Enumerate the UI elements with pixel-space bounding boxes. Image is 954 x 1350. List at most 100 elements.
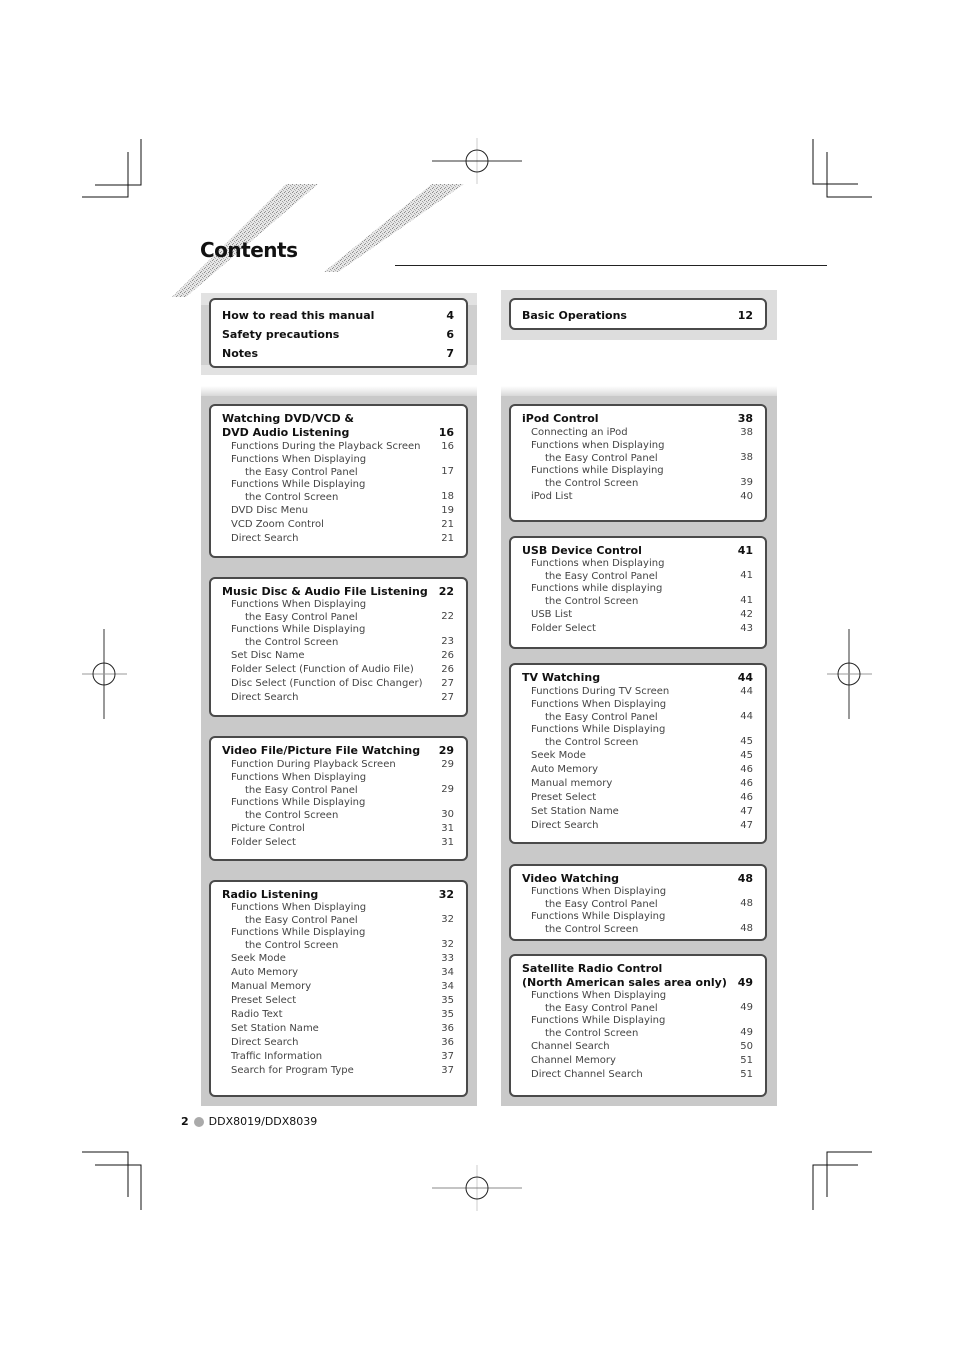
crop-mark-top-right <box>812 139 872 198</box>
toc-entry[interactable]: Functions when Displaying the Easy Contro… <box>522 558 753 583</box>
toc-entry[interactable]: Disc Select (Function of Disc Changer) 27 <box>222 677 454 691</box>
toc-entry[interactable]: Set Disc Name 26 <box>222 649 454 663</box>
toc-entry[interactable]: Functions During the Playback Screen 16 <box>222 440 454 454</box>
toc-entry[interactable]: Functions When Displaying the Easy Contro… <box>222 454 454 479</box>
toc-entry[interactable]: Search for Program Type 37 <box>222 1064 454 1078</box>
toc-entry[interactable]: Functions while displaying the Control Sc… <box>522 583 753 608</box>
toc-entry[interactable]: Manual memory 46 <box>522 777 753 791</box>
toc-entry[interactable]: Functions When Displaying the Easy Contro… <box>522 699 753 724</box>
toc-entry[interactable]: Set Station Name 36 <box>222 1022 454 1036</box>
section-heading[interactable]: Video File/Picture File Watching 29 <box>222 744 454 758</box>
toc-entry[interactable]: Traffic Information 37 <box>222 1050 454 1064</box>
toc-entry[interactable]: Functions While Displaying the Control Sc… <box>522 724 753 749</box>
toc-entry[interactable]: Channel Memory 51 <box>522 1054 753 1068</box>
toc-entry-label-line: DVD Disc Menu <box>231 505 309 516</box>
toc-entry-label-line: Preset Select <box>231 995 297 1006</box>
toc-entry-label-line: the Control Screen <box>245 636 339 648</box>
toc-entry-label-line: the Easy Control Panel <box>245 784 358 796</box>
section-heading[interactable]: iPod Control 38 <box>522 412 753 426</box>
toc-entry[interactable]: Seek Mode 45 <box>522 749 753 763</box>
toc-entry[interactable]: Set Station Name 47 <box>522 805 753 819</box>
toc-entry-page: 29 <box>441 784 454 795</box>
section-heading[interactable]: Watching DVD/VCD & DVD Audio Listening 16 <box>222 412 454 440</box>
toc-section-tv: TV Watching 44 Functions During TV Screen 4… <box>509 663 767 844</box>
toc-entry[interactable]: Direct Channel Search 51 <box>522 1068 753 1082</box>
toc-entry[interactable]: How to read this manual 4 <box>222 306 454 325</box>
toc-entry-label: Traffic Information <box>231 1050 322 1064</box>
section-heading[interactable]: Music Disc & Audio File Listening 22 <box>222 585 454 599</box>
registration-mark-left <box>82 629 127 719</box>
registration-mark-bottom <box>432 1165 522 1211</box>
section-heading-label: Video File/Picture File Watching <box>222 744 421 757</box>
toc-entry[interactable]: Manual Memory 34 <box>222 980 454 994</box>
toc-entry[interactable]: Functions While Displaying the Control Sc… <box>222 624 454 649</box>
toc-entry-page: 23 <box>441 636 454 647</box>
toc-entry[interactable]: Radio Text 35 <box>222 1008 454 1022</box>
toc-entry-label: Set Disc Name <box>231 649 304 663</box>
toc-entry[interactable]: Functions when Displaying the Easy Contro… <box>522 440 753 465</box>
toc-entry-page: 18 <box>441 491 454 502</box>
toc-entry[interactable]: Functions While Displaying the Control Sc… <box>222 927 454 952</box>
toc-entry-page: 49 <box>740 1027 753 1038</box>
toc-entry[interactable]: Picture Control 31 <box>222 822 454 836</box>
section-heading[interactable]: Radio Listening 32 <box>222 888 454 902</box>
toc-entry[interactable]: Notes 7 <box>222 344 454 363</box>
toc-entry-page: 21 <box>441 519 454 530</box>
toc-section-video: Video Watching 48 Functions When Displayin… <box>509 864 767 941</box>
toc-entry[interactable]: Preset Select 46 <box>522 791 753 805</box>
toc-entry-label: iPod List <box>531 490 573 504</box>
section-heading-label: Satellite Radio Control (North American … <box>522 962 727 989</box>
toc-entry[interactable]: Functions When Displaying the Easy Contro… <box>522 990 753 1015</box>
toc-entry[interactable]: Connecting an iPod 38 <box>522 426 753 440</box>
toc-entry[interactable]: Safety precautions 6 <box>222 325 454 344</box>
toc-entry[interactable]: Auto Memory 46 <box>522 763 753 777</box>
toc-entry-label-line: Preset Select <box>531 792 597 803</box>
toc-entry-page: 32 <box>441 914 454 925</box>
toc-entry-label: Radio Text <box>231 1008 283 1022</box>
toc-entry-label-line: Functions when Displaying <box>531 440 665 451</box>
toc-entry[interactable]: Direct Search 27 <box>222 691 454 705</box>
toc-entry[interactable]: Functions When Displaying the Easy Contro… <box>222 772 454 797</box>
toc-entry-label-line: the Control Screen <box>545 923 639 935</box>
toc-box-intro: How to read this manual 4 Safety precautio… <box>209 298 468 368</box>
toc-entry[interactable]: Direct Search 47 <box>522 819 753 833</box>
toc-entry[interactable]: Auto Memory 34 <box>222 966 454 980</box>
toc-entry[interactable]: Function During Playback Screen 29 <box>222 758 454 772</box>
toc-entry[interactable]: DVD Disc Menu 19 <box>222 504 454 518</box>
toc-entry[interactable]: Functions While Displaying the Control Sc… <box>522 911 753 936</box>
toc-entry[interactable]: Channel Search 50 <box>522 1040 753 1054</box>
section-heading[interactable]: TV Watching 44 <box>522 671 753 685</box>
toc-entry[interactable]: Basic Operations 12 <box>522 306 753 325</box>
toc-entry-page: 47 <box>740 820 753 831</box>
toc-entry[interactable]: Preset Select 35 <box>222 994 454 1008</box>
toc-entry-label: Picture Control <box>231 822 305 836</box>
toc-entry[interactable]: Functions While Displaying the Control Sc… <box>522 1015 753 1040</box>
toc-entry-page: 31 <box>441 837 454 848</box>
toc-entry[interactable]: Functions while Displaying the Control Sc… <box>522 465 753 490</box>
toc-entry[interactable]: Direct Search 21 <box>222 532 454 546</box>
toc-entry[interactable]: Functions When Displaying the Easy Contro… <box>522 886 753 911</box>
toc-entry[interactable]: Folder Select 31 <box>222 836 454 850</box>
toc-entry-page: 50 <box>740 1041 753 1052</box>
toc-entry[interactable]: iPod List 40 <box>522 490 753 504</box>
toc-entry[interactable]: Folder Select 43 <box>522 622 753 636</box>
section-heading-page: 38 <box>737 412 753 425</box>
toc-entry[interactable]: Functions While Displaying the Control Sc… <box>222 479 454 504</box>
toc-entry-page: 41 <box>740 570 753 581</box>
toc-entry[interactable]: VCD Zoom Control 21 <box>222 518 454 532</box>
toc-entry[interactable]: Functions During TV Screen 44 <box>522 685 753 699</box>
toc-entry[interactable]: USB List 42 <box>522 608 753 622</box>
section-heading[interactable]: USB Device Control 41 <box>522 544 753 558</box>
toc-entry[interactable]: Seek Mode 33 <box>222 952 454 966</box>
toc-entry[interactable]: Functions When Displaying the Easy Contro… <box>222 902 454 927</box>
toc-entry-label: Functions During TV Screen <box>531 685 669 699</box>
toc-entry[interactable]: Folder Select (Function of Audio File) 26 <box>222 663 454 677</box>
section-heading[interactable]: Satellite Radio Control (North American … <box>522 962 753 990</box>
toc-entry-label-line: Picture Control <box>231 823 305 834</box>
section-heading[interactable]: Video Watching 48 <box>522 872 753 886</box>
toc-entry-page: 6 <box>446 328 454 341</box>
toc-entry[interactable]: Functions While Displaying the Control Sc… <box>222 797 454 822</box>
toc-entry-label: Manual Memory <box>231 980 311 994</box>
toc-entry[interactable]: Direct Search 36 <box>222 1036 454 1050</box>
toc-entry[interactable]: Functions When Displaying the Easy Contro… <box>222 599 454 624</box>
